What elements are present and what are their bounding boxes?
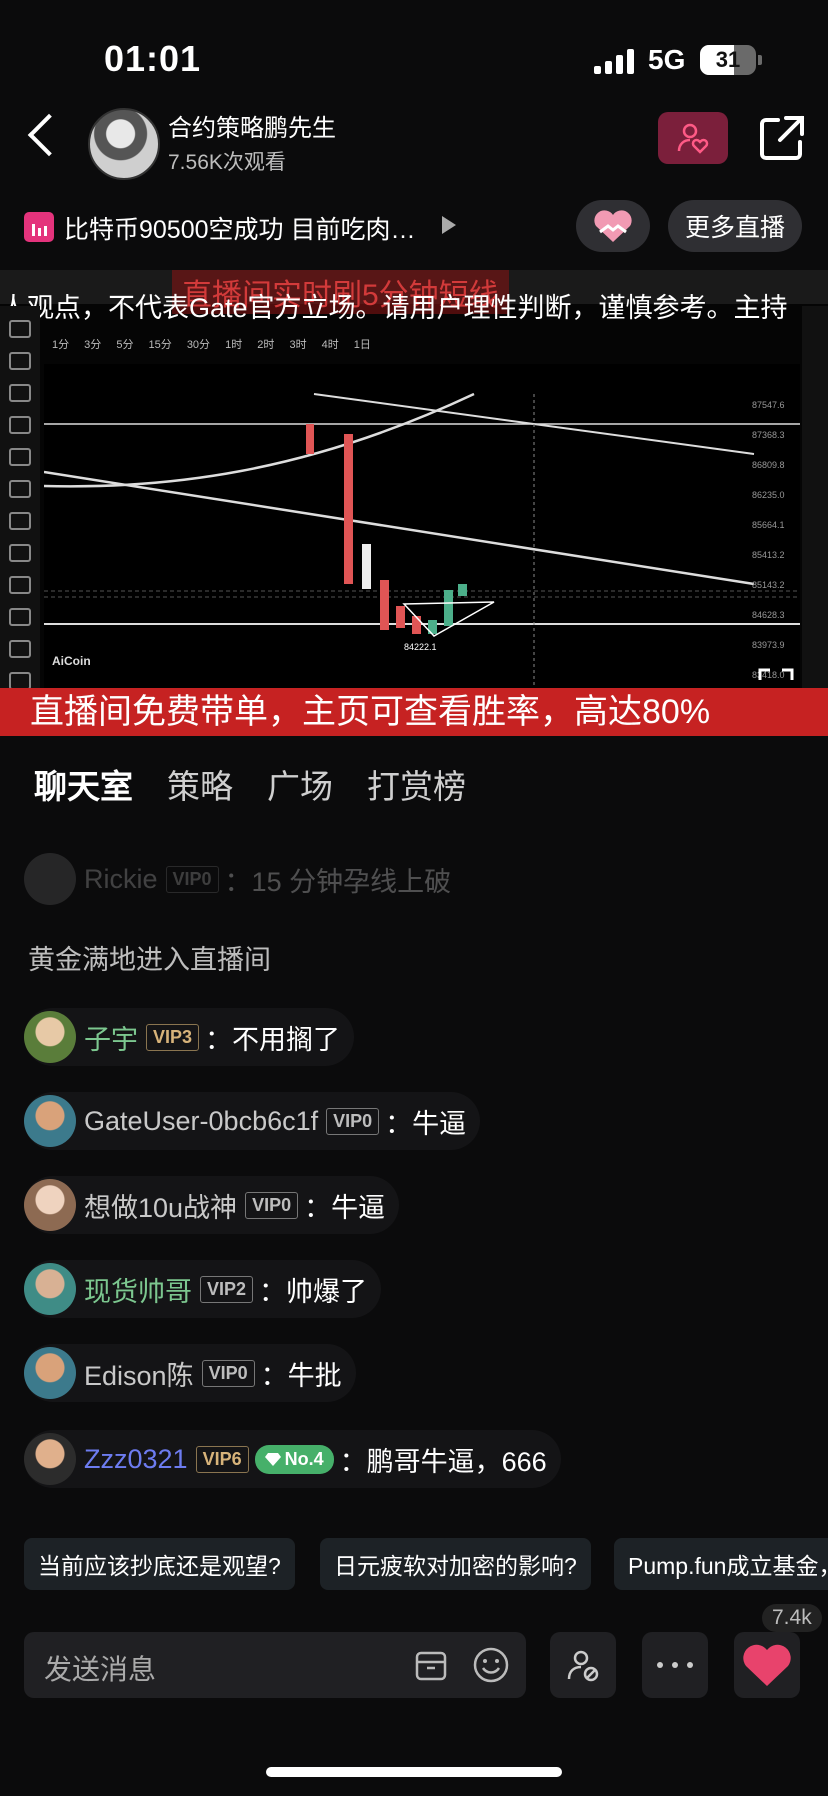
avatar[interactable] bbox=[24, 1179, 76, 1231]
signal-icon bbox=[594, 48, 634, 74]
price-tick: 85143.2 bbox=[752, 580, 785, 590]
message-placeholder: 发送消息 bbox=[44, 1654, 157, 1685]
rank-badge: No.4 bbox=[254, 1444, 334, 1474]
price-tick: 86235.0 bbox=[752, 490, 785, 500]
chat-text: ：帅爆了 bbox=[259, 1276, 368, 1307]
vip-badge: VIP6 bbox=[195, 1445, 249, 1473]
chat-text: ：鹏哥牛逼，666 bbox=[339, 1446, 547, 1477]
chat-username[interactable]: 子宇 bbox=[84, 1018, 138, 1057]
chat-text: ：牛逼 bbox=[304, 1192, 386, 1223]
suggestion-chip[interactable]: 当前应该抄底还是观望? bbox=[24, 1538, 295, 1590]
chat-text: ：牛批 bbox=[260, 1360, 342, 1391]
disclaimer-ticker: 人观点，不代表Gate官方立场。请用户理性判断，谨慎参考。主持 bbox=[0, 293, 788, 323]
diamond-icon bbox=[264, 1453, 281, 1466]
room-tabs: 聊天室 策略 广场 打赏榜 bbox=[34, 760, 466, 808]
aicoin-watermark: AiCoin bbox=[52, 654, 91, 668]
battery-level: 31 bbox=[715, 47, 741, 72]
price-tick: 83973.9 bbox=[752, 640, 785, 650]
vip-badge: VIP2 bbox=[200, 1275, 254, 1303]
price-tick: 87547.6 bbox=[752, 400, 785, 410]
vip-badge: VIP0 bbox=[201, 1359, 255, 1387]
like-button[interactable] bbox=[734, 1632, 800, 1698]
tab-strategy[interactable]: 策略 bbox=[167, 760, 233, 808]
chat-username[interactable]: 想做10u战神 bbox=[84, 1186, 237, 1225]
price-tick: 86809.8 bbox=[752, 460, 785, 470]
home-indicator bbox=[266, 1767, 562, 1777]
tab-square[interactable]: 广场 bbox=[267, 760, 333, 808]
chat-message: Zzz0321 VIP6 No.4 ：鹏哥牛逼，666 bbox=[24, 1430, 561, 1488]
chat-message: GateUser-0bcb6c1f VIP0 ：牛逼 bbox=[24, 1092, 481, 1150]
like-count: 7.4k bbox=[762, 1604, 822, 1632]
battery-icon: 31 bbox=[700, 45, 756, 75]
chat-message: 现货帅哥 VIP2 ：帅爆了 bbox=[24, 1260, 382, 1318]
chart-side-rail bbox=[802, 306, 828, 736]
live-bars-icon bbox=[24, 212, 54, 242]
vip-badge: VIP0 bbox=[165, 865, 219, 893]
avatar[interactable] bbox=[24, 1263, 76, 1315]
more-icon bbox=[657, 1662, 693, 1668]
price-tick: 85413.2 bbox=[752, 550, 785, 560]
network-label: 5G bbox=[648, 44, 686, 75]
share-icon bbox=[760, 116, 804, 160]
chat-text: ：牛逼 bbox=[385, 1108, 467, 1139]
host-avatar[interactable] bbox=[88, 108, 160, 180]
status-time: 01:01 bbox=[104, 38, 202, 79]
avatar[interactable] bbox=[24, 853, 76, 905]
chat-text: ：不用搁了 bbox=[205, 1024, 341, 1055]
play-arrow-icon[interactable] bbox=[442, 216, 456, 234]
price-tick: 87368.3 bbox=[752, 430, 785, 440]
promo-banner: 直播间免费带单，主页可查看胜率，高达80% bbox=[0, 688, 828, 736]
low-price-label: 84222.1 bbox=[404, 642, 437, 652]
price-tick: 84628.3 bbox=[752, 610, 785, 620]
system-message: 黄金满地进入直播间 bbox=[28, 945, 271, 975]
price-tick: 85664.1 bbox=[752, 520, 785, 530]
user-check-icon bbox=[567, 1650, 599, 1682]
tab-tip-ranking[interactable]: 打赏榜 bbox=[367, 760, 466, 808]
heart-icon bbox=[743, 1644, 791, 1686]
stream-title[interactable]: 比特币90500空成功 目前吃肉… bbox=[64, 210, 415, 246]
chat-message-faded: Rickie VIP0 ：15 分钟孕线上破 bbox=[24, 850, 465, 908]
avatar[interactable] bbox=[24, 1433, 76, 1485]
chart-toolbar bbox=[0, 306, 40, 736]
back-icon[interactable] bbox=[27, 113, 71, 157]
timeframe-tabs: 1分 3分 5分 15分 30分 1时 2时 3时 4时 1日 bbox=[52, 339, 371, 351]
heart-hands-icon bbox=[594, 210, 632, 242]
vip-badge: VIP0 bbox=[326, 1107, 380, 1135]
avatar[interactable] bbox=[24, 1347, 76, 1399]
avatar[interactable] bbox=[24, 1095, 76, 1147]
chat-message: Edison陈 VIP0 ：牛批 bbox=[24, 1344, 356, 1402]
vip-badge: VIP3 bbox=[146, 1023, 200, 1051]
suggestion-chip[interactable]: 日元疲软对加密的影响? bbox=[320, 1538, 591, 1590]
chat-username[interactable]: GateUser-0bcb6c1f bbox=[84, 1106, 318, 1137]
chat-username[interactable]: Edison陈 bbox=[84, 1354, 194, 1393]
guest-user-button[interactable] bbox=[550, 1632, 616, 1698]
view-count: 7.56K次观看 bbox=[168, 151, 286, 174]
tab-chat[interactable]: 聊天室 bbox=[34, 760, 133, 808]
share-button[interactable] bbox=[756, 112, 808, 164]
avatar[interactable] bbox=[24, 1011, 76, 1063]
more-options-button[interactable] bbox=[642, 1632, 708, 1698]
chat-username[interactable]: 现货帅哥 bbox=[84, 1270, 192, 1309]
live-video[interactable]: 直播间实时刷5分钟短线 人观点，不代表Gate官方立场。请用户理性判断，谨慎参考… bbox=[0, 270, 828, 736]
heart-hands-button[interactable] bbox=[576, 200, 650, 252]
vip-badge: VIP0 bbox=[245, 1191, 299, 1219]
chat-username[interactable]: Rickie bbox=[84, 864, 158, 895]
chat-text: ：15 分钟孕线上破 bbox=[224, 866, 452, 897]
chat-message: 想做10u战神 VIP0 ：牛逼 bbox=[24, 1176, 400, 1234]
emoji-icon[interactable] bbox=[472, 1646, 510, 1684]
candlestick-chart: 84222.1 bbox=[44, 364, 800, 736]
chat-username[interactable]: Zzz0321 bbox=[84, 1444, 188, 1475]
chat-message: 子宇 VIP3 ：不用搁了 bbox=[24, 1008, 355, 1066]
follow-button[interactable] bbox=[658, 112, 728, 164]
more-live-button[interactable]: 更多直播 bbox=[668, 200, 802, 252]
host-name[interactable]: 合约策略鹏先生 bbox=[168, 108, 336, 143]
battery-tip bbox=[758, 55, 762, 65]
suggestion-chip[interactable]: Pump.fun成立基金， bbox=[614, 1538, 828, 1590]
box-icon[interactable] bbox=[414, 1648, 448, 1682]
follow-user-icon bbox=[677, 123, 709, 154]
price-scale: 87547.6 87368.3 86809.8 86235.0 85664.1 85413… bbox=[752, 390, 785, 690]
rank-label: No.4 bbox=[284, 1448, 324, 1469]
